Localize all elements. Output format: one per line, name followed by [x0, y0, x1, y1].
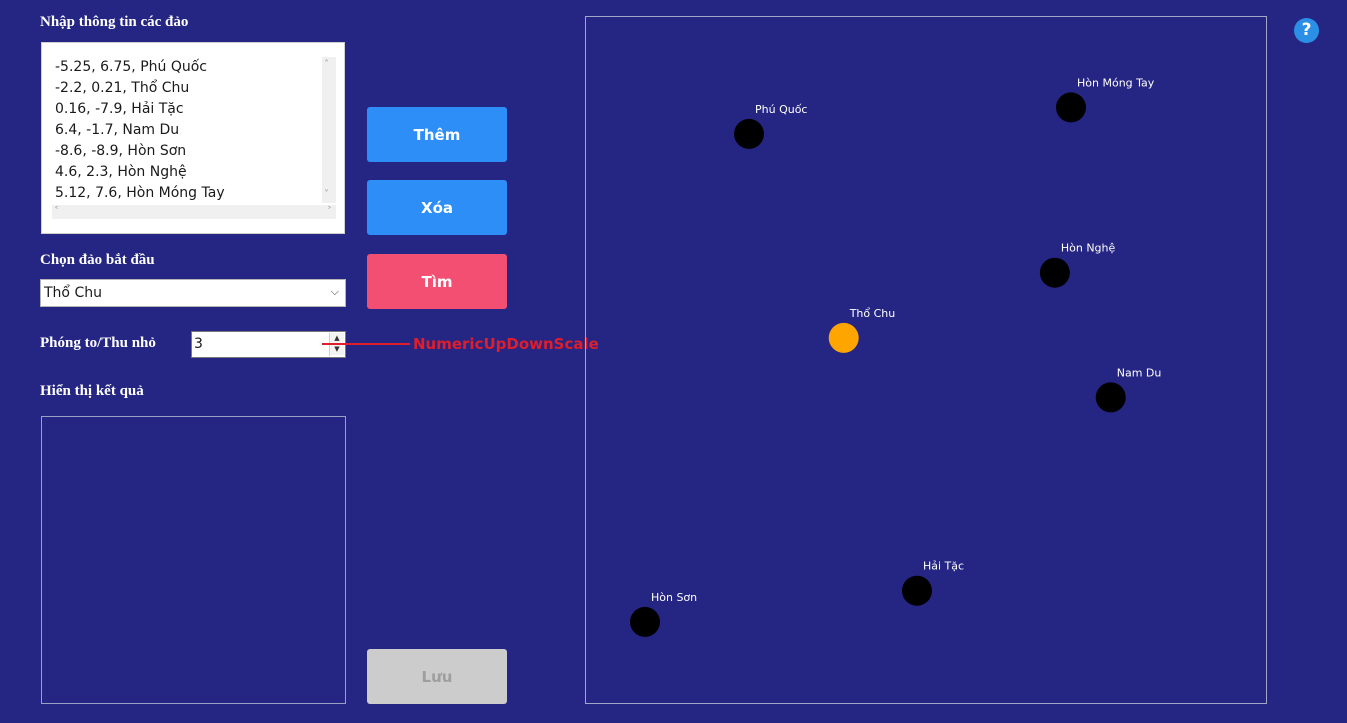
- input-islands-label: Nhập thông tin các đảo: [40, 14, 189, 30]
- choose-start-label: Chọn đảo bắt đầu: [40, 252, 155, 268]
- result-display-box: [41, 416, 346, 704]
- island-marker: [1039, 257, 1070, 288]
- find-button[interactable]: Tìm: [367, 254, 507, 309]
- island-line: -8.6, -8.9, Hòn Sơn: [55, 143, 187, 159]
- scroll-down-icon[interactable]: ˅: [324, 190, 329, 200]
- island-marker: [901, 575, 932, 606]
- chevron-down-icon[interactable]: ⌵: [331, 285, 339, 299]
- island-label: Hòn Nghệ: [1061, 242, 1116, 255]
- island-line: -2.2, 0.21, Thổ Chu: [55, 80, 190, 96]
- islands-textarea-content: -5.25, 6.75, Phú Quốc -2.2, 0.21, Thổ Chu…: [55, 57, 225, 204]
- island-marker: [734, 118, 765, 149]
- island-line: 5.12, 7.6, Hòn Móng Tay: [55, 185, 225, 201]
- horizontal-scrollbar[interactable]: ˂ ˃: [52, 205, 336, 219]
- save-button[interactable]: Lưu: [367, 649, 507, 704]
- island-marker: [828, 322, 859, 353]
- island-label: Nam Du: [1117, 366, 1162, 379]
- annotation-line: [322, 343, 410, 345]
- island-line: 6.4, -1.7, Nam Du: [55, 122, 180, 138]
- vertical-scrollbar[interactable]: ˄ ˅: [322, 57, 336, 203]
- island-marker: [1095, 382, 1126, 413]
- island-marker: [1056, 92, 1087, 123]
- scroll-up-icon[interactable]: ˄: [324, 60, 329, 70]
- zoom-label: Phóng to/Thu nhỏ: [40, 335, 156, 351]
- scale-value: 3: [194, 336, 203, 352]
- add-button[interactable]: Thêm: [367, 107, 507, 162]
- island-label: Hòn Sơn: [651, 591, 697, 604]
- island-line: 4.6, 2.3, Hòn Nghệ: [55, 164, 187, 180]
- islands-textarea[interactable]: -5.25, 6.75, Phú Quốc -2.2, 0.21, Thổ Chu…: [41, 42, 345, 234]
- scroll-left-icon[interactable]: ˂: [54, 207, 59, 217]
- island-marker: [629, 606, 660, 637]
- scroll-right-icon[interactable]: ˃: [327, 207, 332, 217]
- annotation-label: NumericUpDownScale: [413, 335, 599, 353]
- island-map: Phú Quốc Thổ Chu Hải Tặc Nam Du Hòn Sơn Hòn N…: [629, 76, 1162, 637]
- island-map-panel: Phú Quốc Thổ Chu Hải Tặc Nam Du Hòn Sơn Hòn N…: [585, 16, 1267, 704]
- island-line: -5.25, 6.75, Phú Quốc: [55, 59, 207, 75]
- delete-button[interactable]: Xóa: [367, 180, 507, 235]
- island-label: Thổ Chu: [849, 307, 896, 320]
- island-label: Phú Quốc: [755, 103, 807, 116]
- show-result-label: Hiển thị kết quả: [40, 383, 144, 399]
- spin-down-icon[interactable]: ▼: [330, 344, 344, 355]
- island-line: 0.16, -7.9, Hải Tặc: [55, 101, 184, 117]
- island-label: Hải Tặc: [923, 560, 964, 573]
- help-icon[interactable]: ?: [1294, 18, 1319, 43]
- island-label: Hòn Móng Tay: [1077, 76, 1155, 89]
- start-island-select[interactable]: Thổ Chu ⌵: [40, 279, 346, 307]
- start-island-value: Thổ Chu: [44, 285, 102, 301]
